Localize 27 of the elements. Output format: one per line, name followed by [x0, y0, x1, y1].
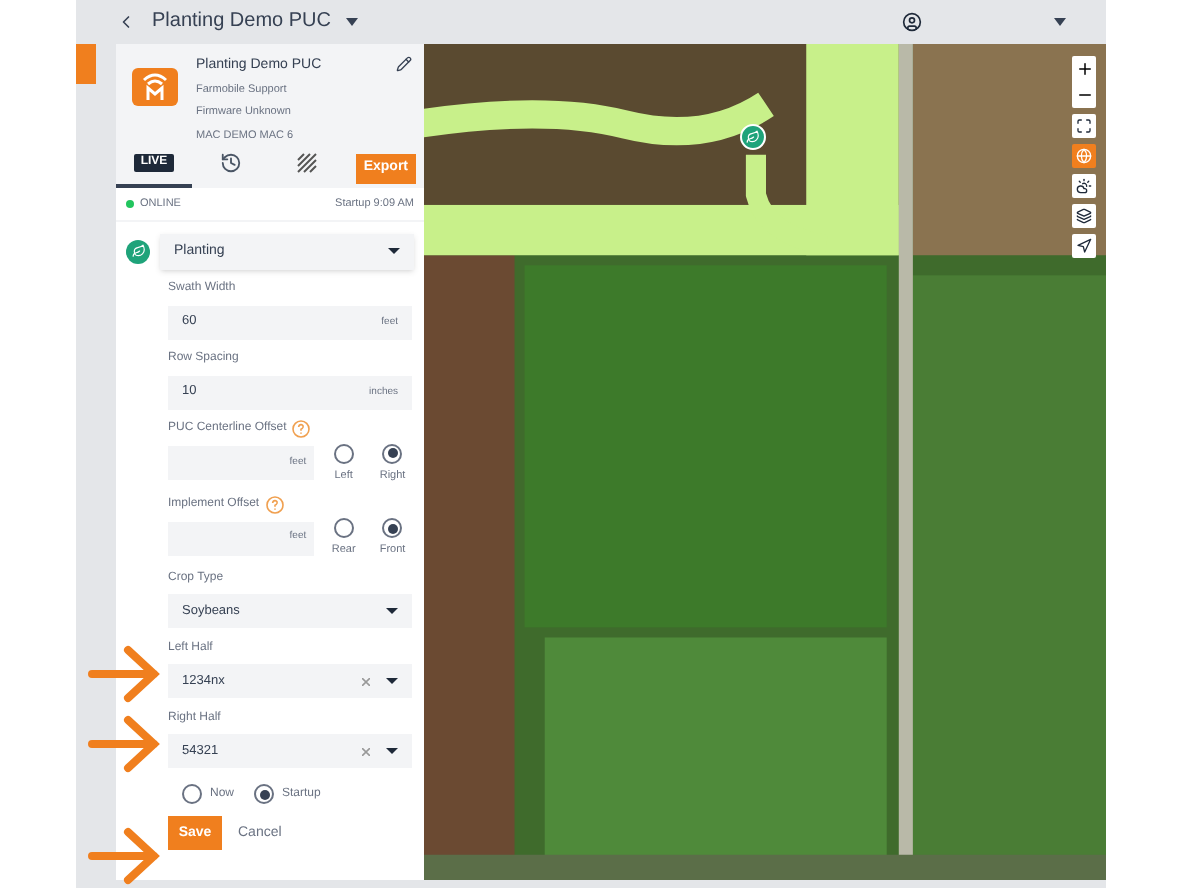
radio-button[interactable] — [182, 784, 202, 805]
arrow-icon — [88, 826, 160, 886]
map-control-button[interactable] — [1072, 233, 1096, 258]
map-control-button[interactable] — [1072, 203, 1096, 228]
caret-icon[interactable] — [1054, 17, 1066, 26]
clear-icon[interactable] — [362, 677, 370, 686]
edit-icon[interactable] — [396, 55, 412, 72]
caret-icon[interactable] — [386, 748, 398, 755]
radio-button[interactable] — [382, 518, 403, 539]
arrow-icon — [88, 714, 160, 774]
page-title[interactable]: Planting Demo PUC — [152, 6, 331, 37]
hatch-icon — [295, 152, 317, 175]
radio-button[interactable] — [254, 784, 275, 805]
user-icon[interactable] — [902, 11, 922, 32]
caret-icon[interactable] — [386, 608, 398, 615]
radio-button[interactable] — [333, 518, 354, 539]
map-control-button[interactable] — [1072, 113, 1096, 138]
caret-icon[interactable] — [346, 17, 359, 26]
clear-icon[interactable] — [362, 747, 370, 756]
leaf-icon — [126, 239, 150, 264]
history-icon — [219, 152, 241, 175]
zoom-in-icon[interactable] — [1075, 59, 1093, 78]
caret-icon[interactable] — [386, 678, 398, 685]
map-control-button[interactable] — [1072, 173, 1096, 198]
radio-button[interactable] — [382, 443, 403, 464]
radio-button[interactable] — [333, 443, 354, 464]
arrow-icon — [88, 644, 160, 704]
